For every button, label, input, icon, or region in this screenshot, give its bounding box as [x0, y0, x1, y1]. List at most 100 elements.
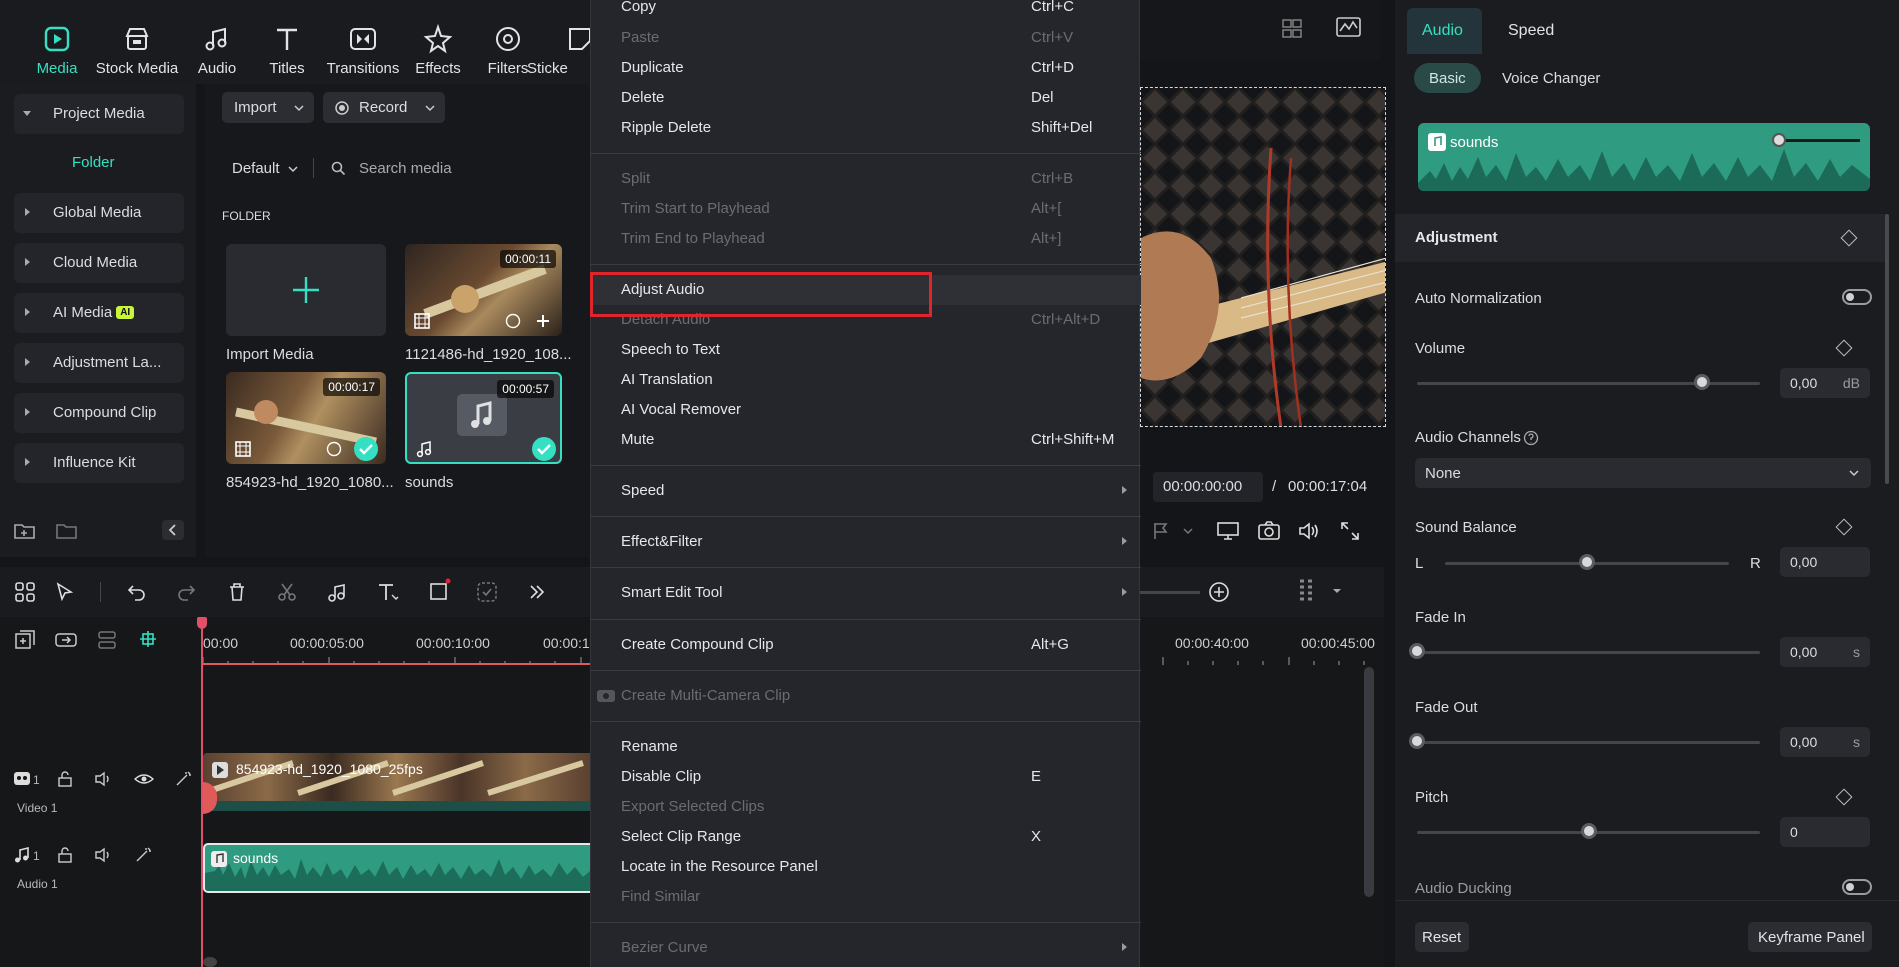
crop-icon[interactable] — [428, 577, 452, 603]
fade-in-value[interactable]: 0,00 s — [1780, 637, 1870, 667]
speaker-icon[interactable] — [94, 770, 114, 788]
cut-icon[interactable] — [276, 581, 298, 603]
clip-volume-track[interactable] — [1778, 139, 1860, 142]
menu-item-speed[interactable]: Speed — [591, 476, 1141, 506]
track-manage-icon[interactable] — [96, 629, 118, 651]
fade-in-knob[interactable] — [1409, 643, 1425, 659]
audio-clip[interactable]: sounds — [203, 843, 590, 893]
menu-item-locate-resource[interactable]: Locate in the Resource Panel — [591, 852, 1141, 882]
sidebar-item-cloud-media[interactable]: Cloud Media — [14, 243, 184, 283]
menu-item-ai-vocal-remover[interactable]: AI Vocal Remover — [591, 395, 1141, 425]
lock-icon[interactable] — [56, 846, 74, 864]
audio-ducking-toggle[interactable] — [1842, 879, 1872, 895]
pitch-knob[interactable] — [1580, 823, 1597, 839]
media-tile-video-2[interactable]: 00:00:17 — [226, 372, 386, 464]
sidebar-item-global-media[interactable]: Global Media — [14, 193, 184, 233]
fade-out-slider[interactable] — [1417, 741, 1760, 744]
new-folder-icon[interactable] — [14, 522, 36, 540]
audio-clip-preview[interactable]: sounds — [1418, 123, 1870, 191]
clip-volume-knob[interactable] — [1772, 133, 1786, 147]
display-icon[interactable] — [1216, 520, 1240, 542]
help-icon[interactable] — [1523, 430, 1539, 446]
vertical-scrollbar[interactable] — [1364, 667, 1374, 897]
select-tool-icon[interactable] — [54, 581, 76, 603]
current-time[interactable]: 00:00:00:00 — [1153, 472, 1263, 502]
marker-icon[interactable] — [1150, 520, 1172, 542]
ai-edit-icon[interactable] — [476, 581, 498, 603]
menu-item-effect-filter[interactable]: Effect&Filter — [591, 527, 1141, 557]
audio-edit-icon[interactable] — [326, 581, 348, 603]
snapshot-camera-icon[interactable] — [1257, 520, 1281, 542]
toolbar-media[interactable]: Media — [12, 24, 102, 77]
magic-wand-icon[interactable] — [174, 770, 192, 788]
menu-item-delete[interactable]: Delete Del — [591, 83, 1141, 113]
tab-speed[interactable]: Speed — [1490, 8, 1580, 54]
menu-item-disable-clip[interactable]: Disable Clip E — [591, 762, 1141, 792]
media-tile-video-1[interactable]: 00:00:11 — [405, 244, 562, 336]
record-dropdown[interactable]: Record — [323, 92, 445, 123]
menu-item-smart-edit-tool[interactable]: Smart Edit Tool — [591, 578, 1141, 608]
more-tools-icon[interactable] — [526, 581, 548, 603]
eye-icon[interactable] — [134, 770, 154, 788]
folder-icon[interactable] — [56, 522, 78, 540]
fullscreen-icon[interactable] — [1339, 520, 1361, 542]
menu-item-speech-to-text[interactable]: Speech to Text — [591, 335, 1141, 365]
menu-item-create-compound-clip[interactable]: Create Compound Clip Alt+G — [591, 630, 1141, 660]
sidebar-item-adjustment-layer[interactable]: Adjustment La... — [14, 343, 184, 383]
sidebar-item-influence-kit[interactable]: Influence Kit — [14, 443, 184, 483]
chevron-down-icon[interactable] — [1183, 527, 1193, 535]
layout-icon[interactable] — [14, 581, 36, 603]
magic-wand-icon[interactable] — [134, 846, 152, 864]
redo-icon[interactable] — [175, 581, 197, 603]
zoom-in-icon[interactable] — [1208, 581, 1230, 603]
media-tile-sounds[interactable]: 00:00:57 — [405, 372, 562, 464]
fade-out-knob[interactable] — [1409, 733, 1425, 749]
menu-item-rename[interactable]: Rename — [591, 732, 1141, 762]
subtab-voice-changer[interactable]: Voice Changer — [1490, 63, 1610, 93]
waveform-monitor-icon[interactable] — [1336, 16, 1362, 38]
chevron-down-icon[interactable] — [1332, 587, 1342, 595]
reset-button[interactable]: Reset — [1415, 922, 1469, 952]
panel-scrollbar[interactable] — [1885, 214, 1889, 484]
lock-icon[interactable] — [56, 770, 74, 788]
playhead-handle[interactable] — [197, 617, 207, 629]
add-to-timeline-icon[interactable] — [535, 313, 551, 329]
volume-value[interactable]: 0,00 dB — [1780, 368, 1870, 398]
toolbar-stickers[interactable]: Sticke — [527, 24, 597, 77]
speaker-icon[interactable] — [94, 846, 114, 864]
fade-out-value[interactable]: 0,00 s — [1780, 727, 1870, 757]
auto-normalization-toggle[interactable] — [1842, 289, 1872, 305]
menu-item-copy[interactable]: Copy Ctrl+C — [591, 0, 1141, 22]
search-input[interactable]: Search media — [325, 156, 597, 182]
menu-item-mute[interactable]: Mute Ctrl+Shift+M — [591, 425, 1141, 455]
menu-item-ai-translation[interactable]: AI Translation — [591, 365, 1141, 395]
sort-dropdown[interactable]: Default — [232, 160, 298, 177]
magnet-snap-icon[interactable] — [136, 627, 160, 651]
fade-in-slider[interactable] — [1417, 651, 1760, 654]
sidebar-item-project-media[interactable]: Project Media — [14, 94, 184, 134]
collapse-sidebar-button[interactable] — [162, 520, 184, 540]
zoom-slider[interactable] — [1140, 591, 1200, 594]
sound-balance-knob[interactable] — [1579, 554, 1595, 570]
toolbar-stock-media[interactable]: Stock Media — [92, 24, 182, 77]
sidebar-item-ai-media[interactable]: AI Media AI — [14, 293, 184, 333]
audio-channels-select[interactable]: None — [1415, 458, 1871, 488]
import-dropdown[interactable]: Import — [222, 92, 314, 123]
horizontal-scroll-handle[interactable] — [203, 957, 217, 967]
sidebar-item-compound-clip[interactable]: Compound Clip — [14, 393, 184, 433]
pitch-value[interactable]: 0 — [1780, 817, 1870, 847]
import-media-tile[interactable] — [226, 244, 386, 336]
video-preview[interactable] — [1140, 87, 1386, 427]
sidebar-folder[interactable]: Folder — [72, 154, 115, 171]
sound-balance-value[interactable]: 0,00 — [1780, 547, 1870, 577]
link-icon[interactable] — [54, 629, 78, 651]
subtab-basic[interactable]: Basic — [1414, 63, 1481, 93]
volume-knob[interactable] — [1693, 374, 1710, 390]
keyframe-panel-button[interactable]: Keyframe Panel — [1748, 922, 1872, 952]
tab-audio[interactable]: Audio — [1407, 8, 1482, 54]
delete-icon[interactable] — [226, 581, 248, 603]
grid-view-icon[interactable] — [1282, 18, 1308, 40]
menu-item-select-clip-range[interactable]: Select Clip Range X — [591, 822, 1141, 852]
undo-icon[interactable] — [126, 581, 148, 603]
volume-icon[interactable] — [1297, 520, 1321, 542]
